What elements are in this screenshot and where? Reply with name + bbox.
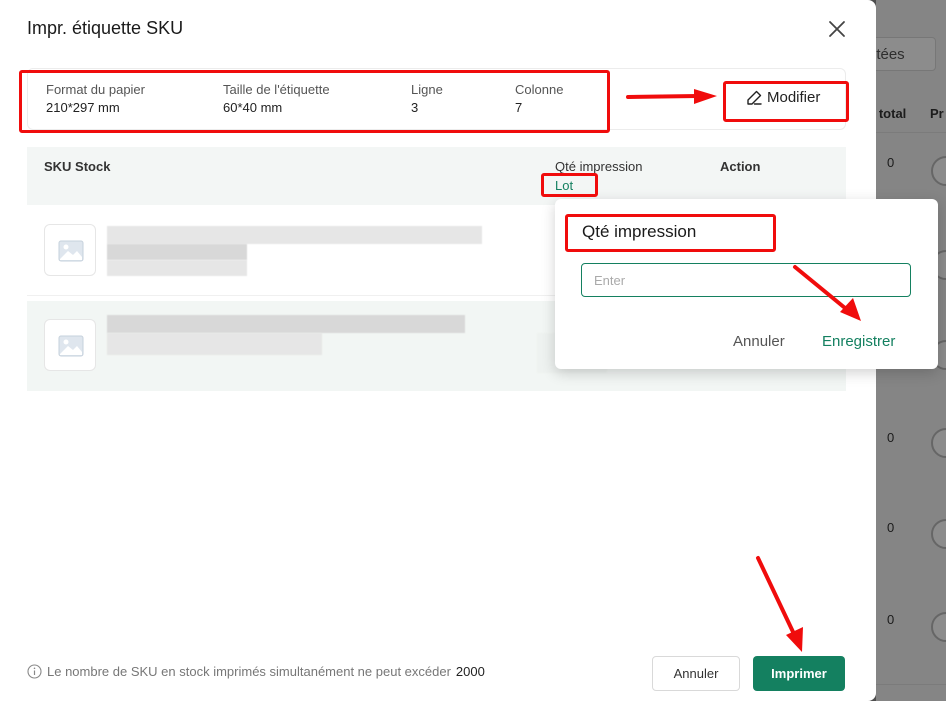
modify-button[interactable]: Modifier <box>746 89 820 106</box>
background-row-value: 0 <box>887 520 895 535</box>
row-count-value: 3 <box>411 100 419 115</box>
cancel-button[interactable]: Annuler <box>652 656 740 691</box>
edit-icon <box>747 90 762 105</box>
col-print-qty: Qté impression <box>555 159 643 174</box>
blurred-sku-code <box>107 244 247 260</box>
paper-format-label: Format du papier <box>46 82 145 97</box>
popover-save-button[interactable]: Enregistrer <box>822 333 895 350</box>
label-config-panel: Format du papier 210*297 mm Taille de l'… <box>27 68 846 130</box>
print-button[interactable]: Imprimer <box>753 656 845 691</box>
blurred-sku-code <box>107 333 322 355</box>
paper-format-value: 210*297 mm <box>46 100 120 115</box>
column-count-label: Colonne <box>515 82 564 97</box>
blurred-sku-name <box>107 315 465 333</box>
col-sku-stock: SKU Stock <box>44 159 111 174</box>
col-action: Action <box>720 159 761 174</box>
column-count-value: 7 <box>515 100 523 115</box>
sku-table-header: SKU Stock Qté impression Action <box>27 147 846 205</box>
paper-format: Format du papier 210*297 mm <box>46 82 145 115</box>
label-size-value: 60*40 mm <box>223 100 283 115</box>
modal-title: Impr. étiquette SKU <box>27 18 184 38</box>
background-row-value: 0 <box>887 430 895 445</box>
popover-title: Qté impression <box>582 222 697 241</box>
batch-qty-popover: Qté impression Annuler Enregistrer <box>555 199 938 369</box>
background-button-label: itées <box>873 46 905 63</box>
background-divider <box>876 132 946 133</box>
image-placeholder-icon <box>58 335 84 357</box>
row-count: Ligne 3 <box>411 82 443 115</box>
background-row-value: 0 <box>887 155 895 170</box>
blurred-sku-name <box>107 226 482 244</box>
row-count-label: Ligne <box>411 82 443 97</box>
label-size-label: Taille de l'étiquette <box>223 82 330 97</box>
popover-cancel-button[interactable]: Annuler <box>733 333 785 350</box>
close-icon[interactable] <box>826 18 848 40</box>
batch-qty-link[interactable]: Lot <box>555 178 573 193</box>
sku-thumbnail <box>44 319 96 371</box>
background-divider <box>876 684 946 685</box>
sku-thumbnail <box>44 224 96 276</box>
info-icon <box>27 664 42 679</box>
background-row-value: 0 <box>887 612 895 627</box>
label-size: Taille de l'étiquette 60*40 mm <box>223 82 330 115</box>
blurred-sku-attr <box>107 260 247 276</box>
footer-note: Le nombre de SKU en stock imprimés simul… <box>27 664 485 679</box>
print-qty-input[interactable] <box>581 263 911 297</box>
modify-button-label: Modifier <box>767 89 821 106</box>
column-count: Colonne 7 <box>515 82 563 115</box>
background-col-pr: Pr <box>930 106 944 121</box>
footer-limit: 2000 <box>455 664 485 679</box>
image-placeholder-icon <box>58 240 84 262</box>
footer-note-text: Le nombre de SKU en stock imprimés simul… <box>47 664 451 679</box>
